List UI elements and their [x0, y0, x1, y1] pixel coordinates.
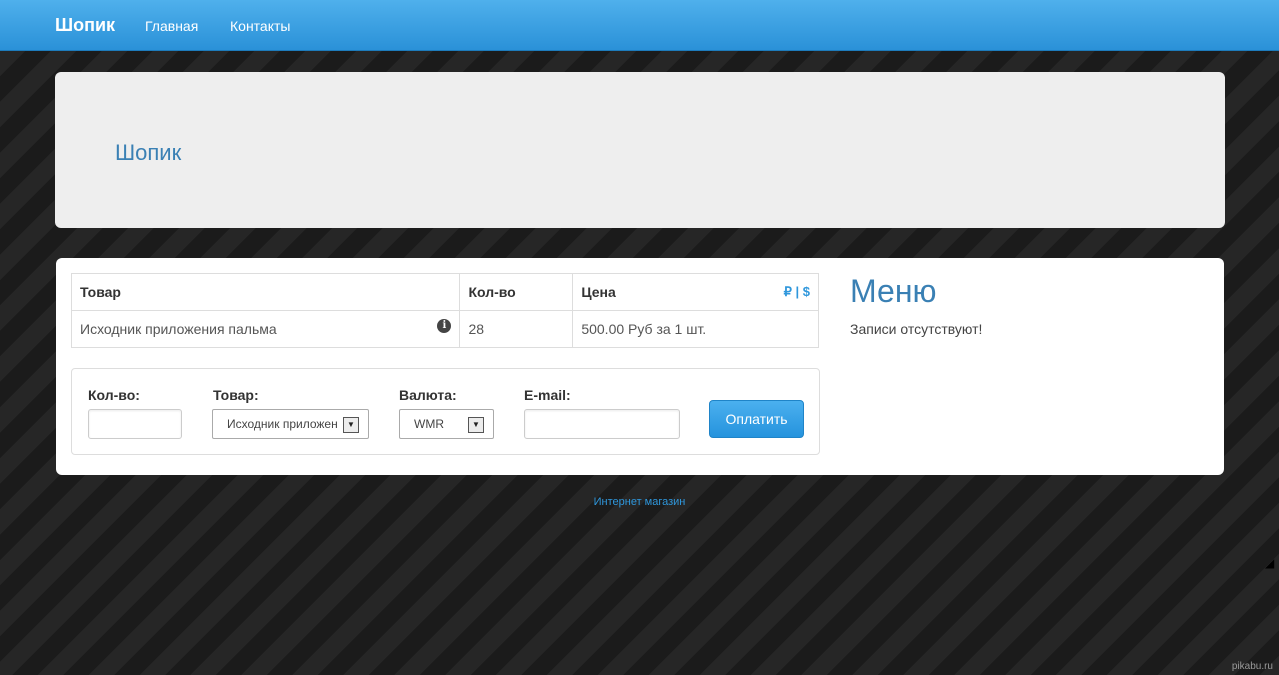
chevron-down-icon[interactable]: ▼ — [468, 417, 484, 433]
main-panel: Товар Кол-во Цена ₽ | $ Исходник приложе… — [56, 258, 1224, 475]
nav-link-contacts[interactable]: Контакты — [230, 18, 290, 34]
column-header-product: Товар — [70, 273, 461, 311]
qty-input[interactable] — [88, 409, 182, 439]
watermark: pikabu.ru — [1231, 661, 1273, 672]
table-header-row: Товар Кол-во Цена ₽ | $ — [70, 273, 819, 311]
jumbotron-title: Шопик — [115, 140, 182, 165]
sidebar-title: Меню — [850, 273, 937, 309]
currency-separator: | — [795, 284, 800, 299]
email-input[interactable] — [524, 409, 680, 439]
product-name: Исходник приложения пальма — [80, 321, 277, 337]
sidebar-empty-text: Записи отсутствуют! — [850, 321, 983, 337]
mouse-cursor-icon: ◢ — [1265, 556, 1275, 570]
email-label: E-mail: — [524, 387, 571, 403]
price-header-label: Цена — [581, 284, 616, 300]
jumbotron: Шопик — [55, 72, 1225, 228]
currency-label: Валюта: — [399, 387, 457, 403]
qty-cell: 28 — [459, 310, 574, 348]
info-icon[interactable]: i — [437, 319, 452, 333]
qty-label: Кол-во: — [88, 387, 140, 403]
nav-link-home[interactable]: Главная — [145, 18, 198, 34]
price-cell: 500.00 Руб за 1 шт. — [572, 310, 819, 348]
chevron-down-icon[interactable]: ▼ — [343, 417, 359, 433]
footer-link[interactable]: Интернет магазин — [0, 496, 1279, 508]
table-row: Исходник приложения пальма i 28 500.00 Р… — [70, 310, 819, 348]
currency-rub-link[interactable]: ₽ — [784, 284, 792, 299]
product-cell: Исходник приложения пальма i — [70, 310, 461, 348]
currency-select-value: WMR — [414, 417, 444, 431]
pay-button[interactable]: Оплатить — [709, 400, 804, 438]
currency-switch: ₽ | $ — [784, 284, 810, 300]
column-header-price: Цена ₽ | $ — [572, 273, 819, 311]
top-navbar: Шопик Главная Контакты — [0, 0, 1279, 51]
order-form: Кол-во: Товар: Исходник приложения пальм… — [71, 368, 820, 455]
product-select-value: Исходник приложения пальма — [227, 417, 338, 431]
navbar-brand[interactable]: Шопик — [55, 15, 115, 36]
column-header-qty: Кол-во — [459, 273, 574, 311]
product-label: Товар: — [213, 387, 259, 403]
goods-table: Товар Кол-во Цена ₽ | $ Исходник приложе… — [70, 273, 819, 348]
currency-select[interactable]: WMR ▼ — [399, 409, 494, 439]
currency-usd-link[interactable]: $ — [803, 284, 810, 299]
product-select[interactable]: Исходник приложения пальма ▼ — [212, 409, 369, 439]
